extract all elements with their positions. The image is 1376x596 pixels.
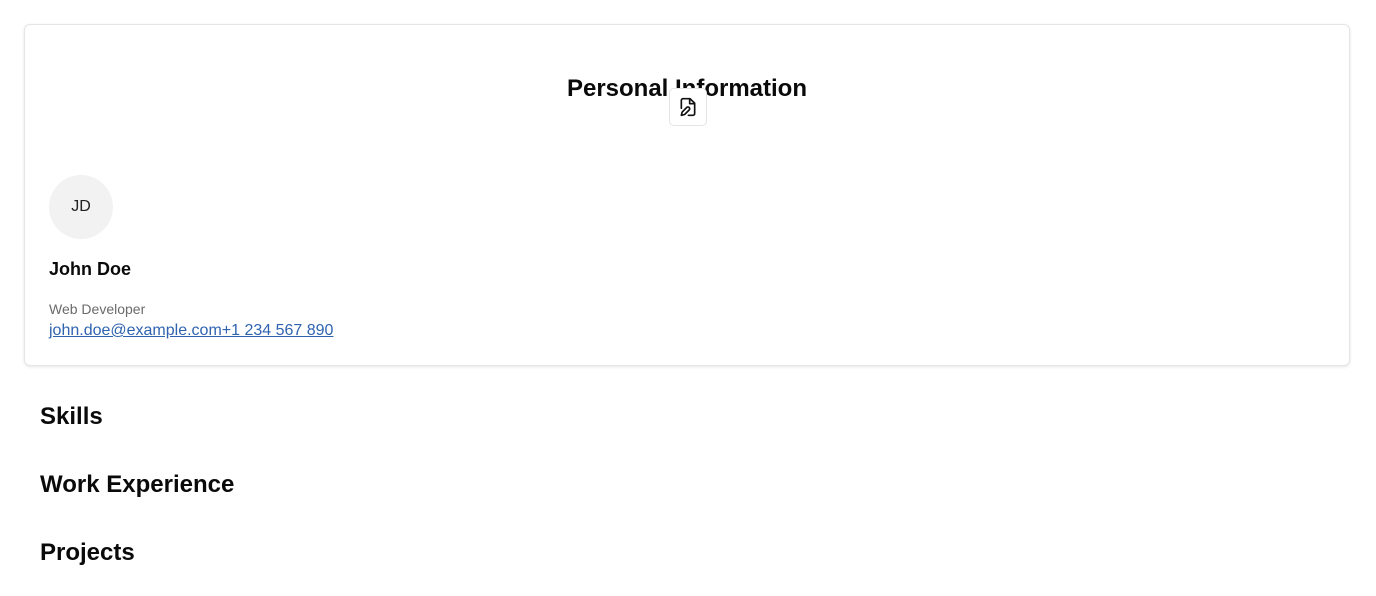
email-link[interactable]: john.doe@example.com <box>49 322 222 339</box>
avatar-initials: JD <box>71 198 91 215</box>
resume-page: Personal Information JD John Doe Web Dev… <box>0 0 1376 596</box>
phone-link[interactable]: +1 234 567 890 <box>222 322 334 339</box>
job-title: Web Developer <box>49 301 146 317</box>
skills-heading: Skills <box>40 403 103 430</box>
work-experience-heading: Work Experience <box>40 471 235 498</box>
projects-heading: Projects <box>40 539 135 566</box>
person-name: John Doe <box>49 259 132 279</box>
file-edit-icon <box>678 97 698 117</box>
edit-personal-info-button[interactable] <box>669 88 707 126</box>
avatar: JD <box>49 175 113 239</box>
contact-links: john.doe@example.com+1 234 567 890 <box>49 321 333 341</box>
personal-info-card: Personal Information JD John Doe Web Dev… <box>24 24 1350 366</box>
